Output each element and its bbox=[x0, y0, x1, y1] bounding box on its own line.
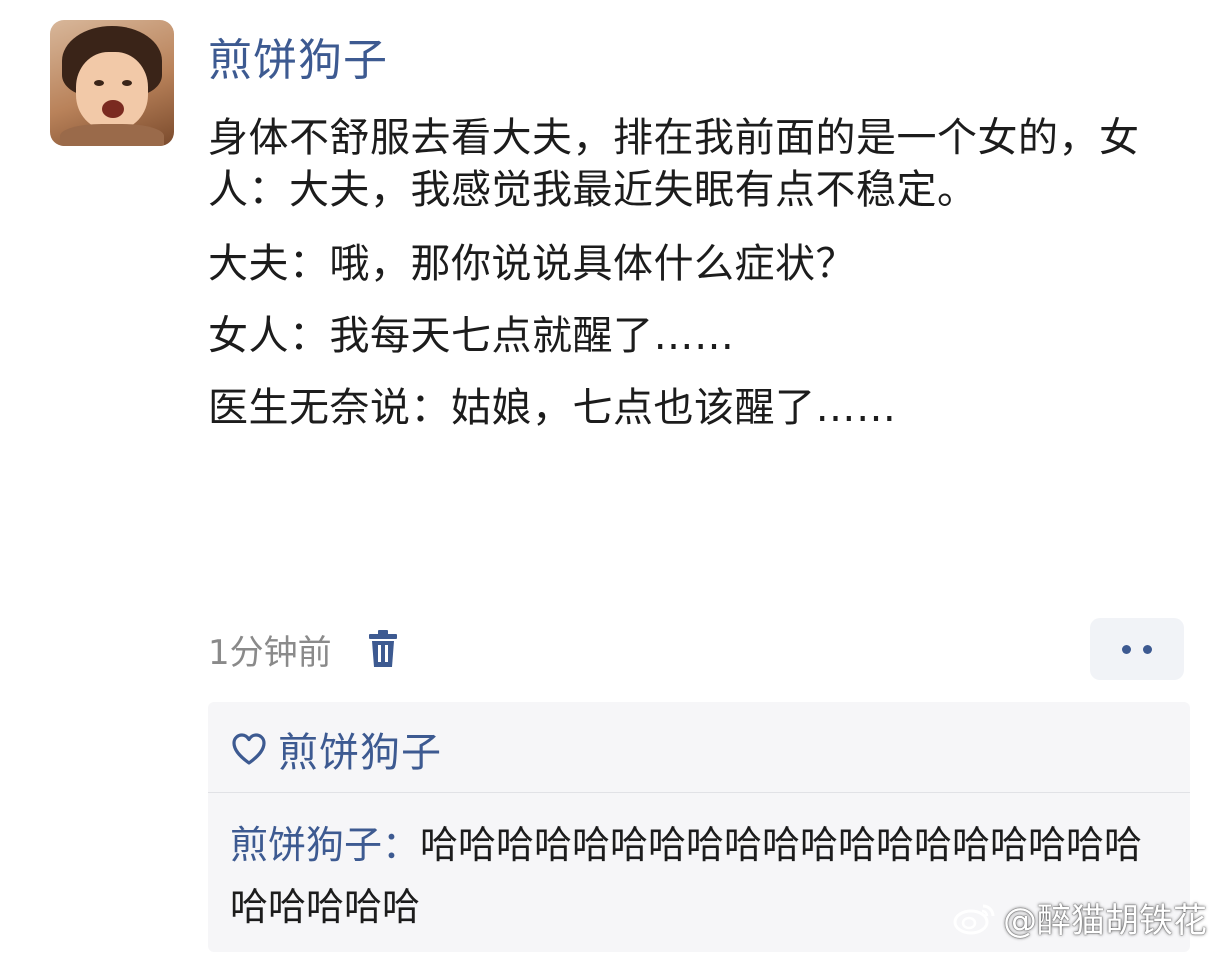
watermark-handle: @醉猫胡铁花 bbox=[1003, 901, 1207, 941]
post-paragraph: 医生无奈说：姑娘，七点也该醒了…… bbox=[208, 385, 897, 431]
avatar-collar bbox=[60, 124, 164, 146]
avatar-eye-left bbox=[94, 80, 104, 86]
post-content: 身体不舒服去看大夫，排在我前面的是一个女的，女人：大夫，我感觉我最近失眠有点不稳… bbox=[208, 112, 1188, 454]
weibo-icon bbox=[953, 900, 997, 936]
more-button[interactable] bbox=[1090, 618, 1184, 680]
post-meta-row: 1分钟前 bbox=[208, 622, 400, 676]
trash-icon[interactable] bbox=[366, 629, 400, 669]
watermark: @醉猫胡铁花 bbox=[953, 893, 1207, 942]
reply-author[interactable]: 煎饼狗子： bbox=[230, 823, 420, 867]
avatar-face bbox=[76, 52, 148, 130]
post-paragraph: 大夫：哦，那你说说具体什么症状？ bbox=[208, 241, 856, 287]
reply-divider bbox=[208, 792, 1190, 793]
post-timestamp: 1分钟前 bbox=[208, 632, 332, 673]
heart-icon[interactable] bbox=[230, 731, 268, 767]
avatar-eye-right bbox=[122, 80, 132, 86]
post-paragraph: 女人：我每天七点就醒了…… bbox=[208, 313, 735, 359]
user-avatar[interactable] bbox=[50, 20, 174, 146]
post-paragraph: 身体不舒服去看大夫，排在我前面的是一个女的，女人：大夫，我感觉我最近失眠有点不稳… bbox=[208, 115, 1140, 213]
more-dots-icon bbox=[1143, 644, 1152, 654]
avatar-mouth bbox=[102, 100, 124, 118]
liker-name[interactable]: 煎饼狗子 bbox=[278, 720, 442, 778]
more-dots-icon bbox=[1122, 644, 1131, 654]
post-author-name[interactable]: 煎饼狗子 bbox=[208, 34, 388, 88]
likes-row: 煎饼狗子 bbox=[230, 724, 442, 776]
